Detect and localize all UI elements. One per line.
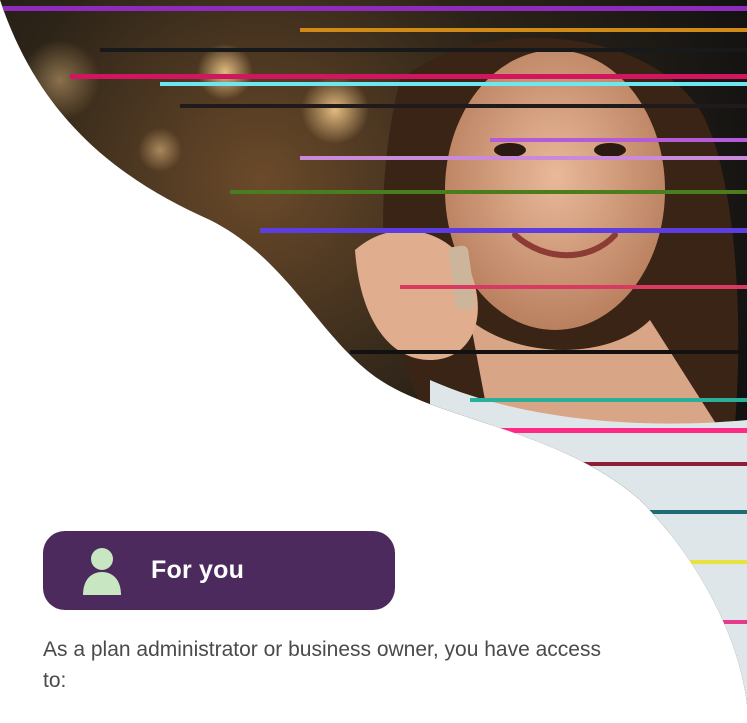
badge-label: For you bbox=[151, 556, 245, 584]
person-icon bbox=[83, 547, 121, 595]
hero-image bbox=[0, 0, 747, 705]
for-you-badge: For you bbox=[43, 531, 395, 610]
page: For you As a plan administrator or busin… bbox=[0, 0, 747, 723]
intro-text: As a plan administrator or business owne… bbox=[43, 638, 601, 692]
